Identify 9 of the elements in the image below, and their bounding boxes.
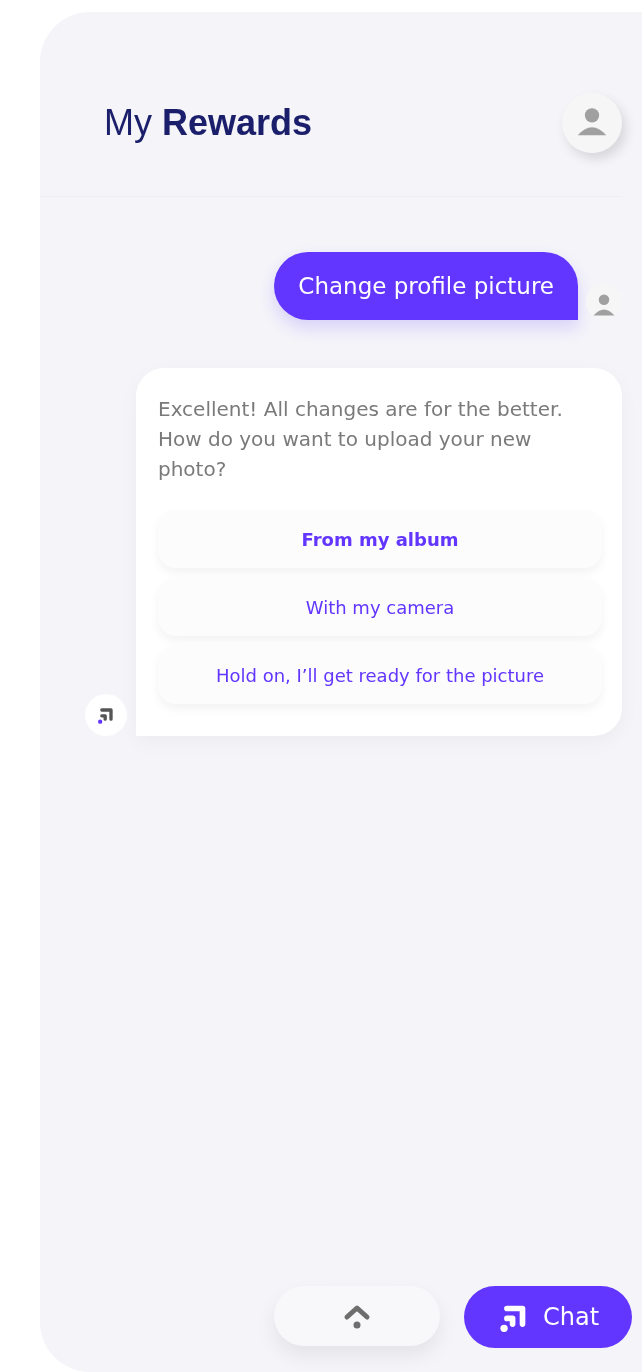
reply-option[interactable]: With my camera [158, 578, 602, 636]
user-message: Change profile picture [274, 252, 578, 320]
title-text: Rewards [162, 102, 313, 143]
reply-option[interactable]: Hold on, I’ll get ready for the picture [158, 646, 602, 704]
bot-message: Excellent! All changes are for the better. How do you want to upload your new photo? [158, 396, 564, 483]
reply-option[interactable]: From my album [158, 510, 602, 568]
title-prefix: My [104, 102, 153, 143]
chat-button[interactable]: Chat [464, 1286, 632, 1348]
logo-icon [96, 705, 116, 725]
